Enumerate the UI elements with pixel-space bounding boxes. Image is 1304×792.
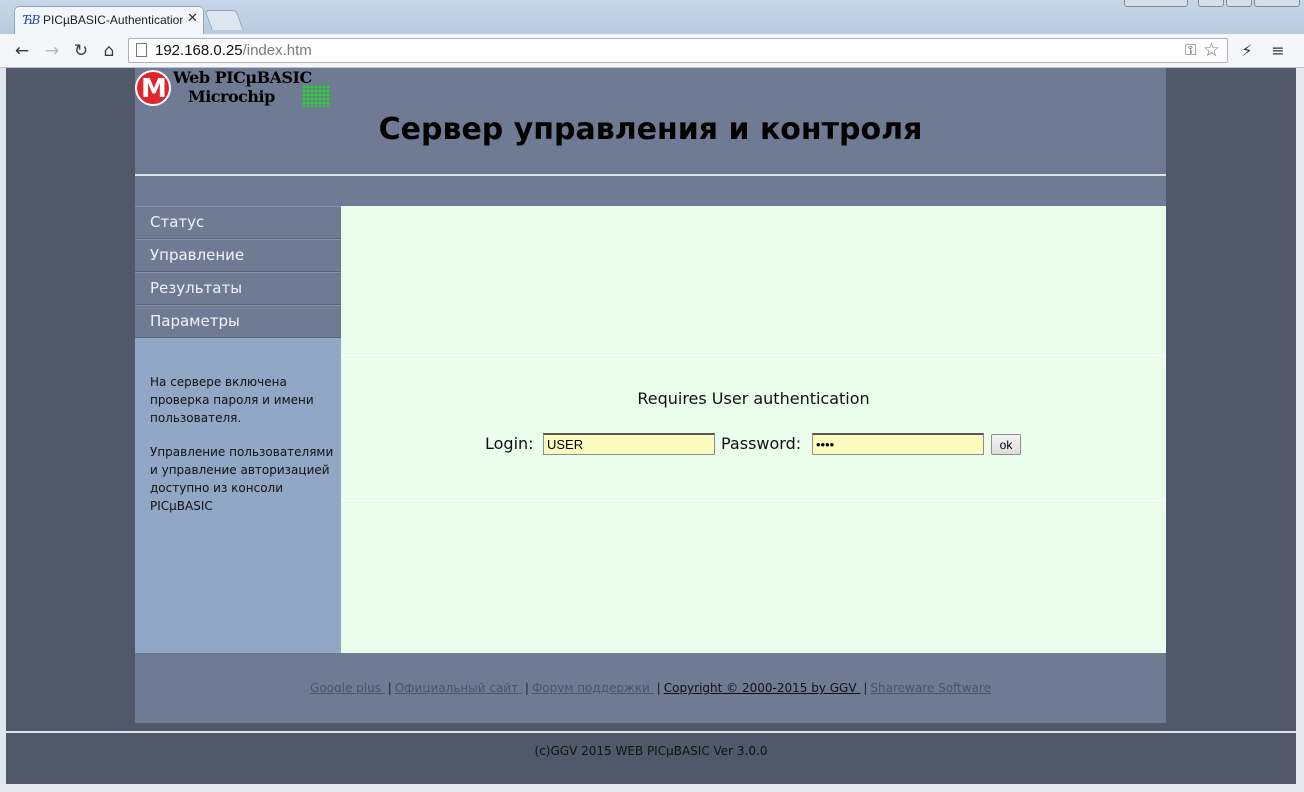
forward-arrow-icon[interactable]: → — [39, 38, 65, 64]
page-title: Сервер управления и контроля — [378, 112, 923, 147]
sidebar-item-label: Параметры — [150, 312, 240, 330]
site-header: M Web PICµBASIC Microchip Сервер управле… — [135, 68, 1166, 206]
sidebar-note-console: Управление пользователями и управление а… — [150, 445, 334, 513]
sidebar-item-parameters[interactable]: Параметры — [135, 305, 341, 338]
login-label: Login: — [485, 434, 534, 453]
key-icon[interactable]: ⚿ — [1185, 41, 1196, 59]
address-url[interactable]: 192.168.0.25/index.htm — [155, 42, 312, 59]
auth-title: Requires User authentication — [637, 389, 870, 408]
lightning-icon[interactable]: ⚡ — [1236, 39, 1258, 63]
logo-text-line1: Web PICµBASIC — [173, 68, 312, 87]
reload-icon[interactable]: ↻ — [68, 38, 94, 64]
sidebar-item-label: Управление — [150, 246, 245, 264]
page-bottom-text: (c)GGV 2015 WEB PICµBASIC Ver 3.0.0 — [534, 744, 768, 758]
footer-link-support-forum[interactable]: Форум поддержки — [532, 681, 654, 695]
page-viewport: M Web PICµBASIC Microchip Сервер управле… — [6, 68, 1296, 784]
footer-link-copyright[interactable]: Copyright © 2000-2015 by GGV — [664, 681, 861, 695]
close-icon[interactable]: ✕ — [187, 11, 198, 26]
profile-button[interactable] — [1124, 0, 1188, 7]
sidebar-item-results[interactable]: Результаты — [135, 272, 341, 305]
new-tab-button[interactable] — [204, 10, 244, 30]
window-bottom-edge — [0, 784, 1304, 792]
ok-button[interactable]: ok — [991, 434, 1021, 455]
menu-icon[interactable]: ≡ — [1267, 39, 1289, 63]
window-right-edge — [1296, 68, 1304, 792]
footer-link-official-site[interactable]: Официальный сайт — [395, 681, 522, 695]
sidebar-item-status[interactable]: Статус — [135, 206, 341, 239]
sidebar-item-label: Результаты — [150, 279, 243, 297]
login-input[interactable] — [543, 433, 715, 455]
logo-text-line2: Microchip — [188, 87, 275, 106]
sidebar-item-control[interactable]: Управление — [135, 239, 341, 272]
maximize-button[interactable] — [1226, 0, 1252, 7]
footer-separator: | — [656, 681, 661, 695]
address-bar[interactable]: 192.168.0.25/index.htm ⚿ ☆ — [128, 38, 1228, 63]
minimize-button[interactable] — [1198, 0, 1224, 7]
page-icon — [136, 43, 147, 57]
footer-links: Google plus | Официальный сайт | Форум под… — [135, 681, 1166, 695]
content-divider-bottom — [341, 500, 1166, 501]
microchip-logo-icon: M — [135, 70, 171, 106]
browser-toolbar: ← → ↻ ⌂ 192.168.0.25/index.htm ⚿ ☆ ⚡ ≡ — [0, 34, 1304, 68]
url-path: /index.htm — [242, 42, 312, 59]
content-divider-top — [341, 355, 1166, 356]
home-icon[interactable]: ⌂ — [96, 38, 122, 64]
browser-titlebar: ЋB PICµBASIC-Authentication ✕ — [0, 0, 1304, 34]
header-divider — [135, 174, 1166, 176]
tab-title: PICµBASIC-Authentication — [43, 13, 183, 27]
footer-separator: | — [863, 681, 868, 695]
footer-link-shareware[interactable]: Shareware Software — [870, 681, 991, 695]
site-footer: Google plus | Официальный сайт | Форум под… — [135, 653, 1166, 723]
back-arrow-icon[interactable]: ← — [9, 38, 35, 64]
browser-tab[interactable]: ЋB PICµBASIC-Authentication ✕ — [14, 6, 204, 34]
sidebar: Статус Управление Результаты Параметры Н… — [135, 206, 341, 653]
password-label: Password: — [721, 434, 802, 453]
favicon-icon: ЋB — [23, 13, 40, 27]
bookmark-star-icon[interactable]: ☆ — [1203, 39, 1220, 61]
sidebar-item-label: Статус — [150, 213, 205, 231]
main-content: Requires User authentication Login: Pass… — [341, 206, 1166, 653]
password-input[interactable] — [812, 433, 984, 455]
page-bottom-divider — [6, 731, 1296, 733]
site-container: M Web PICµBASIC Microchip Сервер управле… — [135, 68, 1166, 723]
sidebar-note-auth: На сервере включена проверка пароля и им… — [150, 375, 314, 425]
footer-link-google-plus[interactable]: Google plus — [310, 681, 385, 695]
footer-separator: | — [387, 681, 392, 695]
window-close-button[interactable] — [1254, 0, 1300, 7]
url-host: 192.168.0.25 — [155, 42, 243, 59]
footer-separator: | — [524, 681, 529, 695]
chip-logo-icon — [302, 85, 330, 107]
